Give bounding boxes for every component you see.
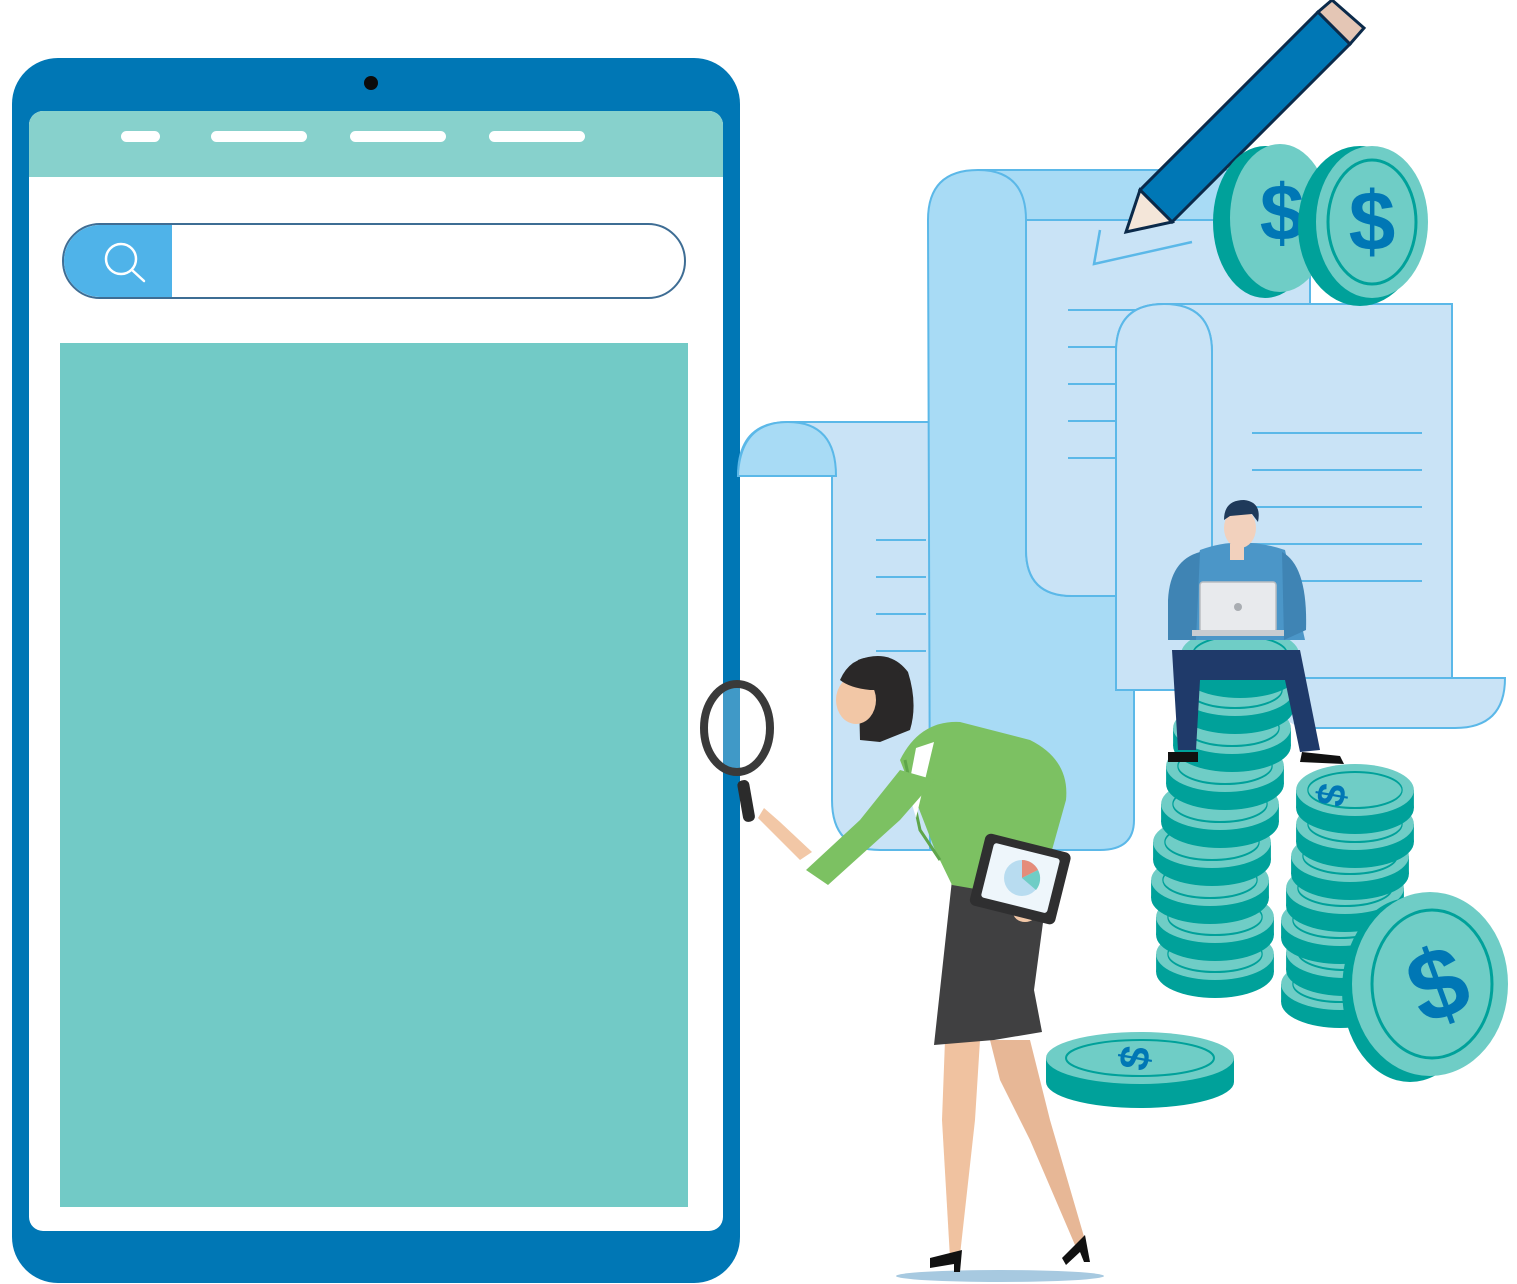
magnifying-glass-icon: [700, 680, 774, 776]
svg-text:$: $: [1260, 168, 1305, 257]
laptop-icon: [1192, 581, 1284, 636]
svg-text:$: $: [1349, 174, 1396, 268]
coin-lying: $: [1046, 1032, 1234, 1108]
coin-standing-large: $: [1342, 892, 1508, 1082]
coin-standing-top: $ $: [1213, 144, 1428, 306]
scene: $ $ $ $ $: [0, 0, 1517, 1284]
illustration: $ $ $ $ $: [700, 0, 1508, 1282]
